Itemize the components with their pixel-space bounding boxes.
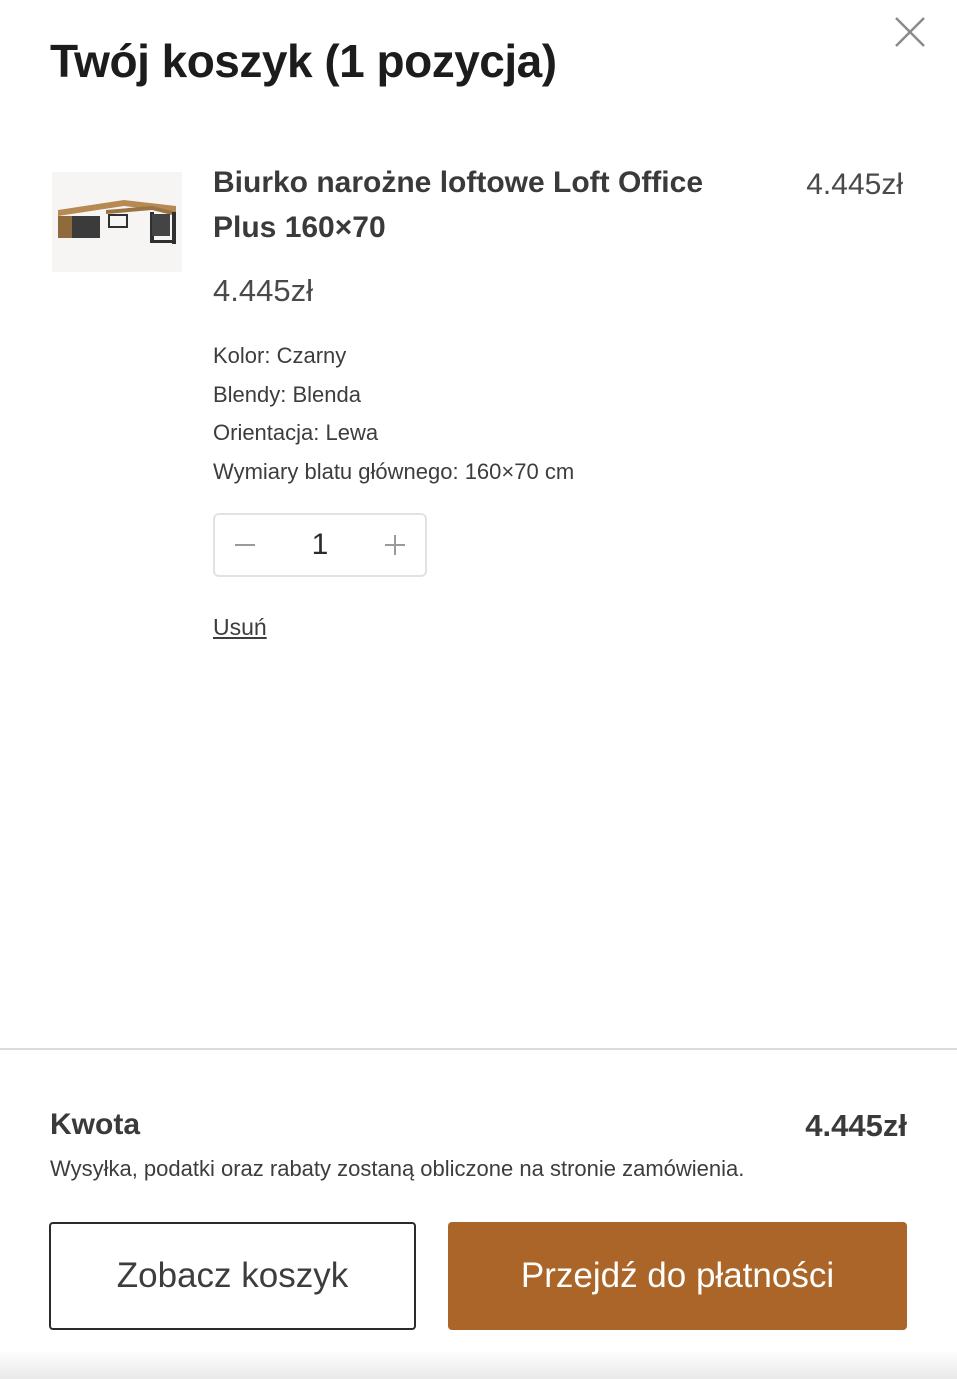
product-name[interactable]: Biurko narożne loftowe Loft Office Plus … [213,160,753,250]
corner-desk-icon [58,200,176,244]
line-total: 4.445zł [806,168,903,201]
bottom-shadow [0,1350,957,1379]
product-properties: Kolor: Czarny Blendy: Blenda Orientacja:… [213,337,574,491]
product-image[interactable] [52,172,182,272]
cart-drawer: Twój koszyk (1 pozycja) Biurko narożne l… [0,0,957,1379]
total-amount: 4.445zł [805,1108,907,1143]
unit-price: 4.445zł [213,273,313,308]
quantity-value[interactable]: 1 [312,528,329,562]
shipping-note: Wysyłka, podatki oraz rabaty zostaną obl… [50,1156,745,1181]
footer-divider [0,1048,957,1050]
view-cart-button[interactable]: Zobacz koszyk [49,1222,416,1330]
quantity-stepper: 1 [213,513,427,577]
property-blends: Blendy: Blenda [213,381,361,407]
close-icon [895,17,925,47]
cart-title: Twój koszyk (1 pozycja) [50,35,557,87]
minus-icon [235,544,255,546]
property-orientation: Orientacja: Lewa [213,420,379,445]
total-label: Kwota [50,1108,140,1141]
close-button[interactable] [892,14,928,50]
plus-icon [385,535,405,555]
decrease-quantity-button[interactable] [215,515,275,575]
property-color: Kolor: Czarny [213,343,347,368]
checkout-button[interactable]: Przejdź do płatności [448,1222,907,1330]
increase-quantity-button[interactable] [365,515,425,575]
remove-item-link[interactable]: Usuń [213,614,267,641]
property-dimensions: Wymiary blatu głównego: 160×70 cm [213,458,575,484]
